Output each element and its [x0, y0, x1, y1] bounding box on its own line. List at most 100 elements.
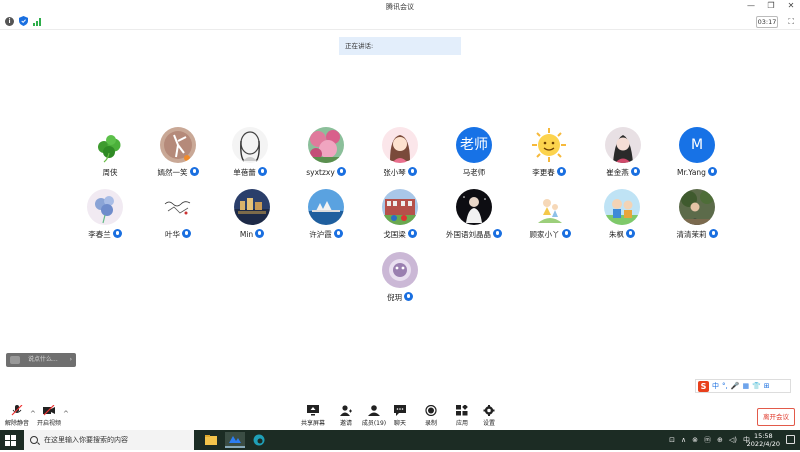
participant-tile[interactable]: 单蓓蕾	[210, 127, 290, 185]
participant-name: 倪玥	[360, 292, 440, 303]
avatar	[456, 189, 492, 225]
ime-punctuation[interactable]: °,	[722, 382, 728, 390]
participant-tile[interactable]: 戈国梁	[360, 189, 440, 247]
taskbar-search-input[interactable]: 在这里输入你要搜索的内容	[24, 430, 194, 450]
participant-name: syxtzxy	[286, 167, 366, 177]
settings-button[interactable]: 设置	[472, 405, 506, 427]
participant-name: 崔金燕	[583, 167, 663, 178]
ime-skin[interactable]: 👕	[752, 382, 761, 390]
avatar	[679, 189, 715, 225]
participant-tile[interactable]: 嫣然一笑	[138, 127, 218, 185]
avatar	[531, 127, 567, 163]
window-title: 腾讯会议	[386, 3, 414, 11]
chat-button[interactable]: 聊天	[383, 405, 417, 427]
speaking-banner: 正在讲话:	[339, 37, 461, 55]
participant-tile[interactable]: syxtzxy	[286, 127, 366, 185]
tray-item[interactable]: ⊡	[669, 436, 675, 444]
participant-tile[interactable]: Min	[212, 189, 292, 247]
windows-start-icon[interactable]	[5, 435, 16, 446]
participant-tile[interactable]: 顾家小丫	[510, 189, 590, 247]
participant-tile[interactable]: 外国语刘晶晶	[434, 189, 514, 247]
participant-name: Mr.Yang	[657, 167, 737, 177]
participant-name: Min	[212, 229, 292, 239]
notification-center-icon[interactable]	[786, 435, 795, 444]
members-icon	[368, 405, 380, 416]
clock-time: 15:58	[753, 432, 773, 440]
participant-name: 叶华	[138, 229, 218, 240]
mic-icon	[407, 229, 417, 238]
participant-tile[interactable]: 叶华	[138, 189, 218, 247]
file-explorer-icon[interactable]	[201, 432, 221, 448]
participant-name: 李更春	[509, 167, 589, 178]
tray-item[interactable]: ⓜ	[704, 435, 711, 445]
shield-icon[interactable]	[19, 16, 28, 26]
participant-tile[interactable]: 倪玥	[360, 252, 440, 310]
participant-tile[interactable]: 许沪霞	[286, 189, 366, 247]
taskbar-clock[interactable]: 15:58 2022/4/20	[747, 432, 780, 448]
edge-browser-icon[interactable]	[249, 432, 269, 448]
avatar	[308, 127, 344, 163]
participant-tile[interactable]: 张小琴	[360, 127, 440, 185]
participant-name: 顾家小丫	[510, 229, 590, 240]
avatar	[232, 127, 268, 163]
participant-tile[interactable]: 李春兰	[65, 189, 145, 247]
mic-icon	[336, 167, 346, 176]
ime-tools[interactable]: ⊞	[764, 382, 770, 390]
participant-tile[interactable]: 李更春	[509, 127, 589, 185]
avatar	[308, 189, 344, 225]
start-video-button[interactable]: 开启视频	[32, 405, 66, 427]
ime-keyboard[interactable]: ▦	[742, 382, 749, 390]
record-icon	[425, 405, 437, 416]
avatar	[382, 189, 418, 225]
participant-tile[interactable]: M Mr.Yang	[657, 127, 737, 185]
ime-voice[interactable]: 🎤	[731, 382, 740, 390]
avatar	[382, 252, 418, 288]
avatar	[604, 189, 640, 225]
avatar	[382, 127, 418, 163]
leave-meeting-button[interactable]: 离开会议	[757, 408, 795, 426]
mic-icon	[630, 167, 640, 176]
apps-icon	[456, 405, 468, 416]
participant-name: 张小琴	[360, 167, 440, 178]
avatar	[234, 189, 270, 225]
tencent-meeting-app-icon[interactable]	[225, 432, 245, 448]
camera-off-icon	[43, 405, 55, 416]
info-icon[interactable]: i	[5, 17, 14, 26]
chat-placeholder: 说点什么...	[28, 356, 58, 363]
ime-toolbar[interactable]: S 中 °, 🎤 ▦ 👕 ⊞	[695, 379, 791, 393]
chat-input[interactable]: 说点什么... ›	[6, 353, 76, 367]
participant-tile[interactable]: 朱枫	[582, 189, 662, 247]
participant-name: 朱枫	[582, 229, 662, 240]
share-screen-icon	[307, 405, 319, 416]
mic-icon	[708, 229, 718, 238]
avatar	[532, 189, 568, 225]
record-button[interactable]: 录制	[414, 405, 448, 427]
mic-icon	[556, 167, 566, 176]
windows-taskbar: 在这里输入你要搜索的内容 ⊡ ∧ ⊗ ⓜ ⊕ ◁) 中 15:58 2022/4…	[0, 430, 800, 450]
network-signal-icon[interactable]	[33, 17, 42, 26]
mic-icon	[255, 229, 265, 238]
meeting-info-bar: i 03:17 ⛶	[0, 14, 800, 30]
avatar	[605, 127, 641, 163]
network-icon[interactable]: ⊕	[717, 436, 723, 444]
chevron-up-icon[interactable]: ^	[63, 410, 69, 418]
unmute-button[interactable]: 解除静音	[0, 405, 34, 427]
avatar: M	[679, 127, 715, 163]
chevron-right-icon: ›	[69, 356, 72, 363]
restore-icon[interactable]: ❐	[766, 1, 776, 10]
share-screen-button[interactable]: 共享屏幕	[296, 405, 330, 427]
participant-tile[interactable]: 老师 马老师	[434, 127, 514, 185]
tray-expand-icon[interactable]: ∧	[681, 436, 686, 444]
close-icon[interactable]: ✕	[786, 1, 796, 10]
gear-icon	[483, 405, 495, 416]
minimize-icon[interactable]: —	[746, 1, 756, 10]
participant-tile[interactable]: 崔金燕	[583, 127, 663, 185]
fullscreen-icon[interactable]: ⛶	[788, 17, 794, 27]
volume-icon[interactable]: ◁)	[729, 436, 737, 444]
ime-mode-chinese[interactable]: 中	[712, 381, 719, 391]
sogou-logo-icon: S	[698, 380, 709, 392]
participant-tile[interactable]: 清清茉莉	[657, 189, 737, 247]
participant-name: 戈国梁	[360, 229, 440, 240]
participant-name: 许沪霞	[286, 229, 366, 240]
tray-item[interactable]: ⊗	[692, 436, 698, 444]
